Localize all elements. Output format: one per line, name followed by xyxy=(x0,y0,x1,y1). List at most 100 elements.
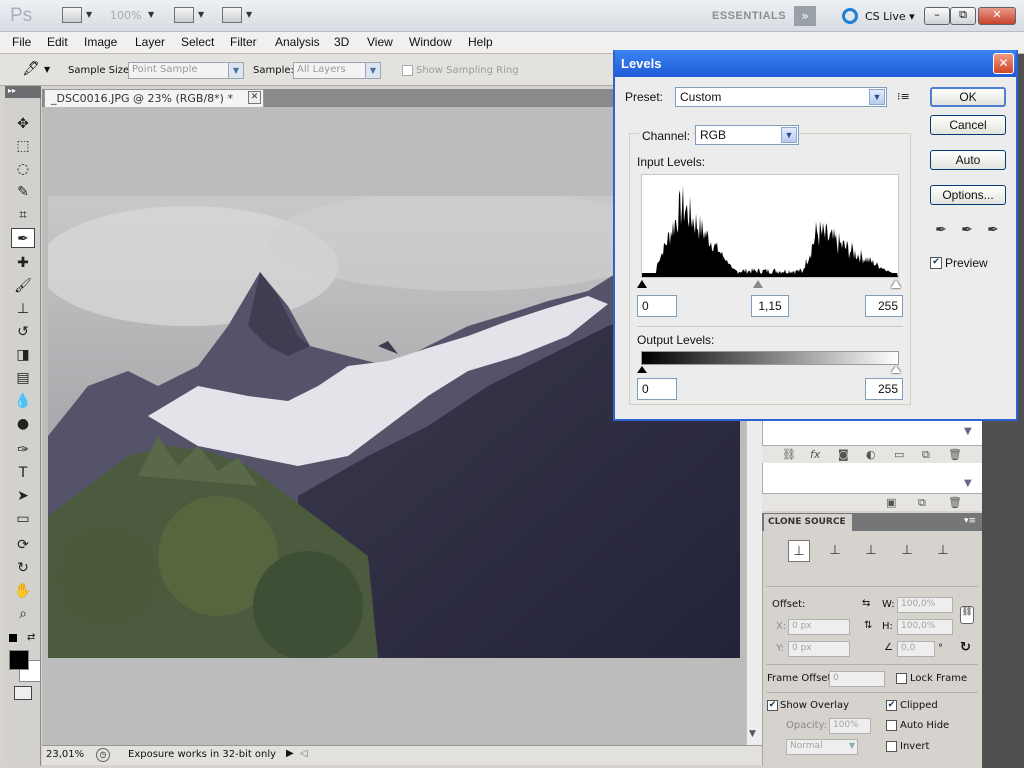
menu-window[interactable]: Window xyxy=(409,35,452,49)
clipped-checkbox[interactable]: ✔ xyxy=(886,700,897,711)
shape-tool-icon[interactable]: ▭ xyxy=(13,509,33,529)
scroll-left-icon[interactable]: ◁ xyxy=(300,748,308,759)
info-icon[interactable]: ◷ xyxy=(96,748,110,762)
adjustment-layer-icon[interactable]: ◐ xyxy=(866,448,876,461)
zoom-percentage[interactable]: 23,01% xyxy=(46,749,84,760)
menu-file[interactable]: File xyxy=(12,35,31,49)
dodge-tool-icon[interactable]: ● xyxy=(13,414,33,434)
zoom-level[interactable]: 100% xyxy=(110,9,141,22)
chevron-down-icon[interactable]: ▼ xyxy=(198,10,204,19)
screen-mode-icon[interactable] xyxy=(222,7,242,23)
menu-3d[interactable]: 3D xyxy=(334,35,349,49)
preview-checkbox[interactable]: ✔ xyxy=(930,257,942,269)
clone-source-2-icon[interactable]: ⊥ xyxy=(824,540,846,562)
close-icon[interactable]: ✕ xyxy=(248,91,261,104)
y-offset-field[interactable]: 0 px xyxy=(788,641,850,657)
clone-stamp-tool-icon[interactable]: ⊥ xyxy=(13,299,33,319)
3d-rotate-tool-icon[interactable]: ⟳ xyxy=(13,535,33,555)
ok-button[interactable]: OK xyxy=(930,87,1006,107)
sample-size-select[interactable]: Point Sample ▼ xyxy=(128,62,244,79)
preset-options-icon[interactable]: ⁝≡ xyxy=(897,90,910,103)
quick-selection-tool-icon[interactable]: ✎ xyxy=(13,182,33,202)
menu-edit[interactable]: Edit xyxy=(47,35,68,49)
panel-menu-icon[interactable]: ▾≡ xyxy=(964,516,976,526)
arrange-documents-icon[interactable] xyxy=(174,7,194,23)
link-icon[interactable]: ⛓ xyxy=(960,606,974,624)
group-icon[interactable]: ▭ xyxy=(894,448,904,461)
output-black-field[interactable]: 0 xyxy=(637,378,677,400)
input-gamma-field[interactable]: 1,15 xyxy=(751,295,789,317)
type-tool-icon[interactable]: T xyxy=(13,463,33,483)
lock-frame-checkbox[interactable] xyxy=(896,673,907,684)
crop-tool-icon[interactable]: ⌗ xyxy=(13,205,33,225)
minimize-button[interactable]: – xyxy=(924,7,950,25)
gamma-slider-handle[interactable] xyxy=(753,280,763,288)
move-tool-icon[interactable]: ✥ xyxy=(13,114,33,134)
sample-select[interactable]: All Layers ▼ xyxy=(293,62,381,79)
brush-tool-icon[interactable]: 🖌 xyxy=(13,276,33,296)
clone-source-5-icon[interactable]: ⊥ xyxy=(932,540,954,562)
foreground-color-swatch[interactable] xyxy=(9,650,29,670)
close-icon[interactable]: ✕ xyxy=(993,53,1014,74)
black-point-slider-handle[interactable] xyxy=(637,280,647,288)
flip-vertical-icon[interactable]: ⇅ xyxy=(864,620,872,631)
menu-layer[interactable]: Layer xyxy=(135,35,165,49)
height-field[interactable]: 100,0% xyxy=(897,619,953,635)
options-button[interactable]: Options... xyxy=(930,185,1006,205)
swap-colors-icon[interactable]: ⇄ xyxy=(27,632,35,643)
preset-select[interactable]: Custom ▼ xyxy=(675,87,887,107)
cs-live-icon[interactable] xyxy=(842,8,858,24)
white-eyedropper-icon[interactable]: ✒ xyxy=(985,222,1001,238)
auto-hide-checkbox[interactable] xyxy=(886,720,897,731)
quick-mask-icon[interactable] xyxy=(14,686,32,700)
workspace-switcher[interactable]: ESSENTIALS xyxy=(712,10,786,22)
chevron-down-icon[interactable]: ▼ xyxy=(246,10,252,19)
eyedropper-tool-preset-icon[interactable]: 🖋 xyxy=(22,61,40,77)
trash-icon[interactable]: 🗑 xyxy=(948,496,962,509)
more-workspaces-button[interactable]: » xyxy=(794,6,816,26)
status-menu-arrow-icon[interactable]: ▶ xyxy=(286,748,294,759)
lasso-tool-icon[interactable]: ◌ xyxy=(13,159,33,179)
cancel-button[interactable]: Cancel xyxy=(930,115,1006,135)
frame-offset-field[interactable]: 0 xyxy=(829,671,885,687)
menu-view[interactable]: View xyxy=(367,35,393,49)
layer-style-icon[interactable]: fx xyxy=(810,448,820,461)
sampling-ring-checkbox[interactable] xyxy=(402,65,413,76)
menu-select[interactable]: Select xyxy=(181,35,214,49)
input-levels-slider[interactable] xyxy=(637,280,901,288)
default-colors-icon[interactable] xyxy=(9,634,17,642)
scroll-down-icon[interactable]: ▼ xyxy=(749,729,756,739)
zoom-tool-icon[interactable]: ⌕ xyxy=(13,604,33,624)
input-white-field[interactable]: 255 xyxy=(865,295,903,317)
history-brush-tool-icon[interactable]: ↺ xyxy=(13,322,33,342)
layers-list-area[interactable] xyxy=(762,421,982,445)
width-field[interactable]: 100,0% xyxy=(897,597,953,613)
new-layer-icon[interactable]: ⧉ xyxy=(922,448,930,462)
hand-tool-icon[interactable]: ✋ xyxy=(13,581,33,601)
show-overlay-checkbox[interactable]: ✔ xyxy=(767,700,778,711)
path-selection-tool-icon[interactable]: ➤ xyxy=(13,486,33,506)
pen-tool-icon[interactable]: ✑ xyxy=(13,440,33,460)
white-point-slider-handle[interactable] xyxy=(891,280,901,288)
menu-filter[interactable]: Filter xyxy=(230,35,257,49)
gradient-tool-icon[interactable]: ▤ xyxy=(13,368,33,388)
channel-select[interactable]: RGB ▼ xyxy=(695,125,799,145)
3d-orbit-tool-icon[interactable]: ↻ xyxy=(13,558,33,578)
new-path-icon[interactable]: ⧉ xyxy=(918,496,926,510)
marquee-tool-icon[interactable]: ⬚ xyxy=(13,136,33,156)
flip-horizontal-icon[interactable]: ⇆ xyxy=(862,598,870,609)
input-black-field[interactable]: 0 xyxy=(637,295,677,317)
launch-bridge-icon[interactable] xyxy=(62,7,82,23)
trash-icon[interactable]: 🗑 xyxy=(948,448,962,461)
blend-mode-select[interactable]: Normal ▼ xyxy=(786,739,858,755)
levels-title-bar[interactable]: Levels ✕ xyxy=(615,50,1016,77)
clone-source-1-icon[interactable]: ⊥ xyxy=(788,540,810,562)
cs-live-menu[interactable]: CS Live ▾ xyxy=(865,10,915,23)
clone-source-4-icon[interactable]: ⊥ xyxy=(896,540,918,562)
menu-analysis[interactable]: Analysis xyxy=(275,35,320,49)
link-layers-icon[interactable]: ⛓ xyxy=(782,448,796,461)
invert-checkbox[interactable] xyxy=(886,741,897,752)
healing-brush-tool-icon[interactable]: ✚ xyxy=(13,253,33,273)
chevron-down-icon[interactable]: ▼ xyxy=(44,65,50,74)
output-white-slider-handle[interactable] xyxy=(891,366,901,373)
